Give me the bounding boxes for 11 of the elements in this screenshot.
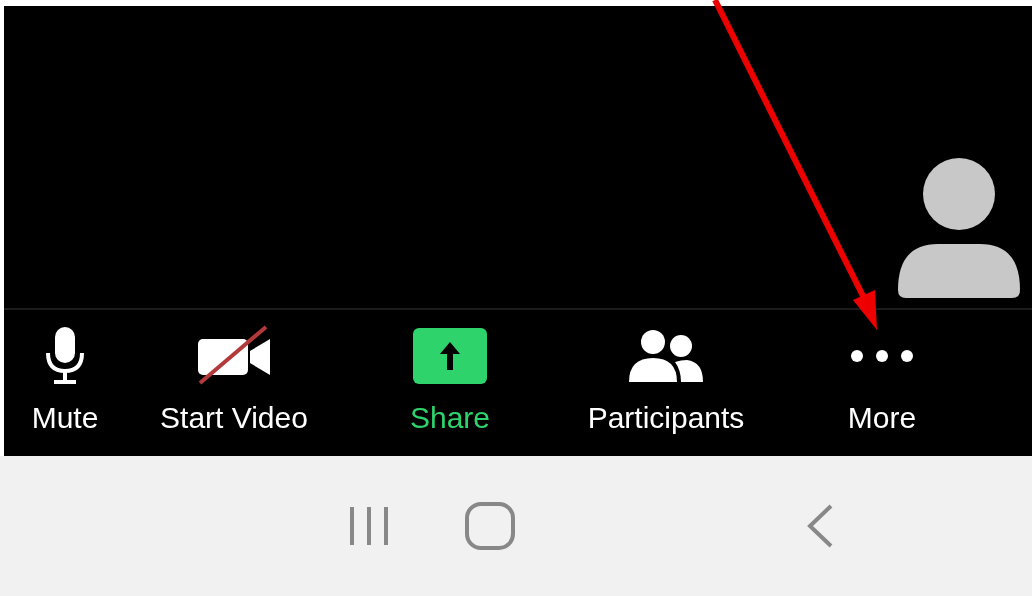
home-icon[interactable] (464, 501, 516, 551)
share-icon (413, 328, 487, 384)
avatar-icon (898, 158, 1020, 298)
toolbar-button[interactable]: Start Video (126, 324, 342, 456)
toolbar-button[interactable]: Mute (4, 324, 126, 456)
participants-icon (627, 328, 705, 384)
toolbar-button[interactable]: More (774, 324, 990, 456)
toolbar-button[interactable]: Participants (558, 324, 774, 456)
toolbar-button[interactable]: Share (342, 324, 558, 456)
back-icon[interactable] (805, 503, 835, 549)
more-icon (849, 348, 915, 364)
